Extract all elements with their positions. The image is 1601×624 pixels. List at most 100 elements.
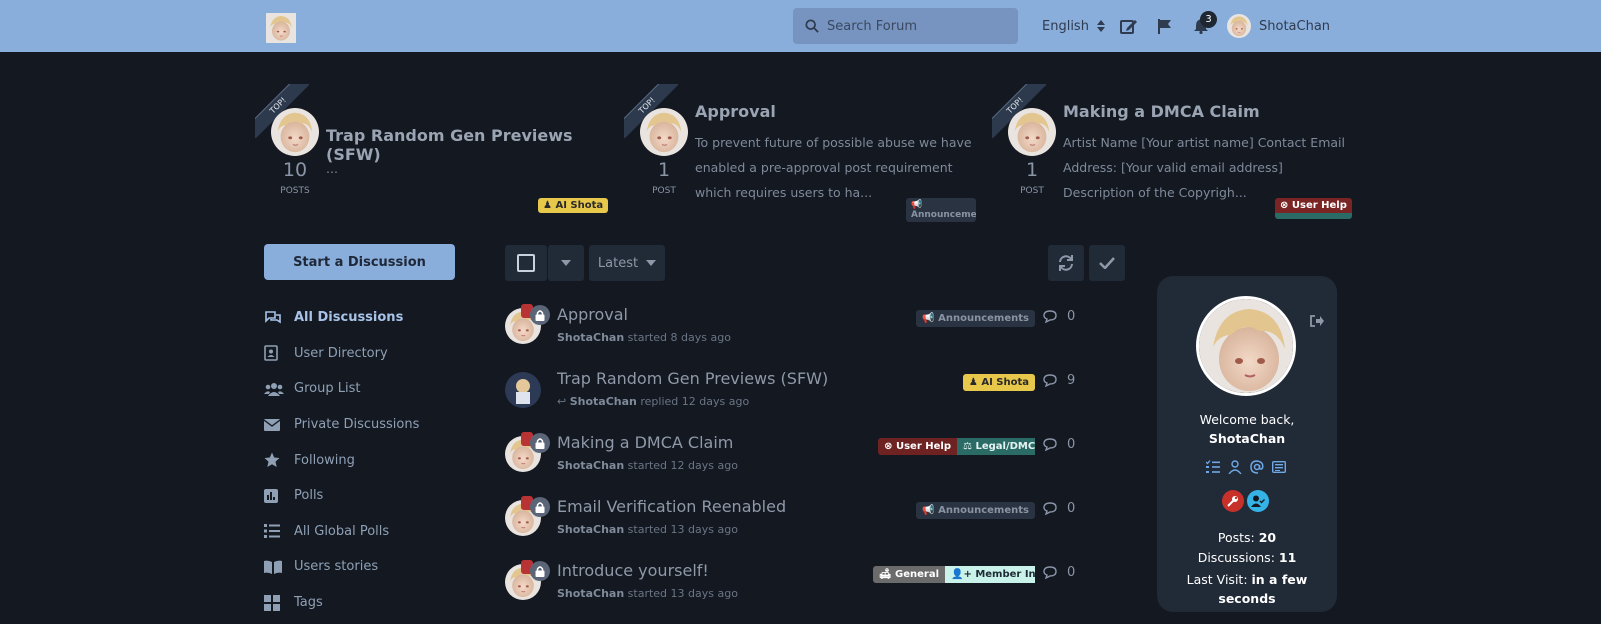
sort-label: Latest [597,255,639,271]
sort-dropdown[interactable]: Latest [589,245,665,281]
user-icon[interactable] [1228,460,1242,474]
sidebar-item-label: Polls [294,488,324,504]
tag-label: Announcemen [911,210,976,220]
sidebar-item-private-discussions[interactable]: Private Discussions [264,407,464,443]
flags-button[interactable] [1157,0,1173,52]
sidebar-item-all-discussions[interactable]: All Discussions [264,300,464,336]
top-discussion-card[interactable]: TOP! 10 POSTS Trap Random Gen Previews (… [255,84,621,224]
compose-button[interactable] [1120,0,1138,52]
book-icon [264,560,294,574]
sidebar-item-label: Private Discussions [294,417,420,433]
discussion-author[interactable]: ShotaChan [557,331,624,344]
top-discussion-title[interactable]: Making a DMCA Claim [1063,102,1260,121]
newspaper-icon[interactable] [1272,460,1286,474]
address-book-icon [264,345,294,362]
poll-icon [264,488,294,503]
tag-badge[interactable]: 🛋 General [872,566,945,583]
sidebar-item-polls[interactable]: Polls [264,478,464,514]
discussion-title[interactable]: Introduce yourself! [557,561,709,580]
discussion-title[interactable]: Making a DMCA Claim [557,433,733,452]
discussion-row[interactable]: Email Verification Reenabled ShotaChan s… [505,492,1083,556]
caret-down-icon [561,260,571,266]
tag-badge[interactable]: ⊗ User Help [1275,198,1352,219]
sidebar-item-group-list[interactable]: Group List [264,371,464,407]
sidebar-item-following[interactable]: Following [264,442,464,478]
tag-badge[interactable]: ♟ AI Shota [538,198,609,213]
reply-count-value: 9 [1067,373,1076,388]
logout-icon[interactable] [1309,314,1325,328]
discussion-title[interactable]: Approval [557,305,628,324]
avatar[interactable] [505,372,541,408]
discussion-title[interactable]: Trap Random Gen Previews (SFW) [557,369,828,388]
tags-icon [264,594,294,611]
top-discussion-card[interactable]: TOP! 1 POST Approval To prevent future o… [624,84,990,224]
tag-badge[interactable]: 📢 Announcements [916,502,1035,519]
avatar[interactable] [1196,296,1296,396]
tag-label: AI Shota [981,377,1029,388]
sidebar-item-label: Users stories [294,559,379,575]
discussion-row[interactable]: Approval ShotaChan started 8 days ago 📢 … [505,300,1083,364]
search-input[interactable]: Search Forum [793,8,1018,44]
wrench-icon[interactable] [1222,490,1244,512]
language-select[interactable]: English [1042,0,1105,52]
edit-icon [1120,20,1137,34]
users-icon [264,382,294,396]
select-dropdown-button[interactable] [547,245,584,281]
post-count: 10 [282,159,308,181]
tag-badge[interactable]: ♟ AI Shota [962,374,1035,391]
list-icon [264,524,294,539]
sidebar-item-user-directory[interactable]: User Directory [264,336,464,372]
discussion-tags: 📢 Announcements [916,502,1035,519]
tag-label: General [895,569,939,580]
search-icon [805,19,819,33]
discussion-row[interactable]: Introduce yourself! ShotaChan started 13… [505,556,1083,620]
top-discussion-title[interactable]: Approval [695,102,776,121]
sidebar-item-tags[interactable]: Tags [264,585,464,621]
sort-arrows-icon [1096,20,1105,32]
sidebar-item-label: User Directory [294,345,388,361]
tag-badge[interactable]: ⚖ Legal/DMCA [957,438,1035,455]
refresh-button[interactable] [1048,245,1084,281]
discussion-row[interactable]: Trap Random Gen Previews (SFW) ↩ ShotaCh… [505,364,1083,428]
post-count: 1 [657,159,671,181]
discussion-author[interactable]: ShotaChan [557,523,624,536]
user-card-links [1206,460,1286,474]
user-menu[interactable]: ShotaChan [1227,0,1330,52]
header-username: ShotaChan [1259,18,1331,34]
discussion-meta: ↩ ShotaChan replied 12 days ago [557,395,749,408]
discussion-title[interactable]: Email Verification Reenabled [557,497,786,516]
comment-icon [1043,502,1057,515]
sidebar-item-users-stories[interactable]: Users stories [264,549,464,585]
tag-label: Member Introd [975,569,1035,580]
tag-badge[interactable]: 👤+ Member Introd [945,566,1035,583]
mark-all-read-button[interactable] [1089,245,1125,281]
sidebar-item-label: Tags [294,595,323,611]
last-visit-label: Last Visit: [1186,572,1248,587]
check-icon [1099,257,1115,269]
tag-badge[interactable]: 📢 Announcements [916,310,1035,327]
sidebar-item-global-polls[interactable]: All Global Polls [264,514,464,550]
tag-label: User Help [1291,200,1347,211]
avatar [640,108,688,156]
user-check-icon[interactable] [1247,490,1269,512]
select-all-checkbox[interactable] [505,245,547,281]
welcome-username[interactable]: ShotaChan [1157,431,1337,446]
discussion-meta: ShotaChan started 8 days ago [557,331,731,344]
user-card: Welcome back, ShotaChan Posts: 20 Discus… [1157,276,1337,612]
tag-badge[interactable]: ⊗ User Help [878,438,957,455]
language-label: English [1042,18,1089,34]
list-check-icon[interactable] [1206,460,1220,474]
discussion-action: started 12 days ago [627,459,738,472]
discussion-row[interactable]: Making a DMCA Claim ShotaChan started 12… [505,428,1083,492]
site-logo[interactable] [264,13,298,43]
discussion-author[interactable]: ShotaChan [570,395,637,408]
discussion-author[interactable]: ShotaChan [557,459,624,472]
discussion-author[interactable]: ShotaChan [557,587,624,600]
mention-icon[interactable] [1250,460,1264,474]
lock-icon [530,561,550,581]
start-discussion-button[interactable]: Start a Discussion [264,244,455,280]
top-discussion-excerpt: ... [326,161,338,176]
posts-stat: Posts: 20 [1157,530,1337,545]
top-discussion-card[interactable]: TOP! 1 POST Making a DMCA Claim Artist N… [992,84,1358,224]
tag-badge[interactable]: 📢 Announcemen [906,198,976,222]
